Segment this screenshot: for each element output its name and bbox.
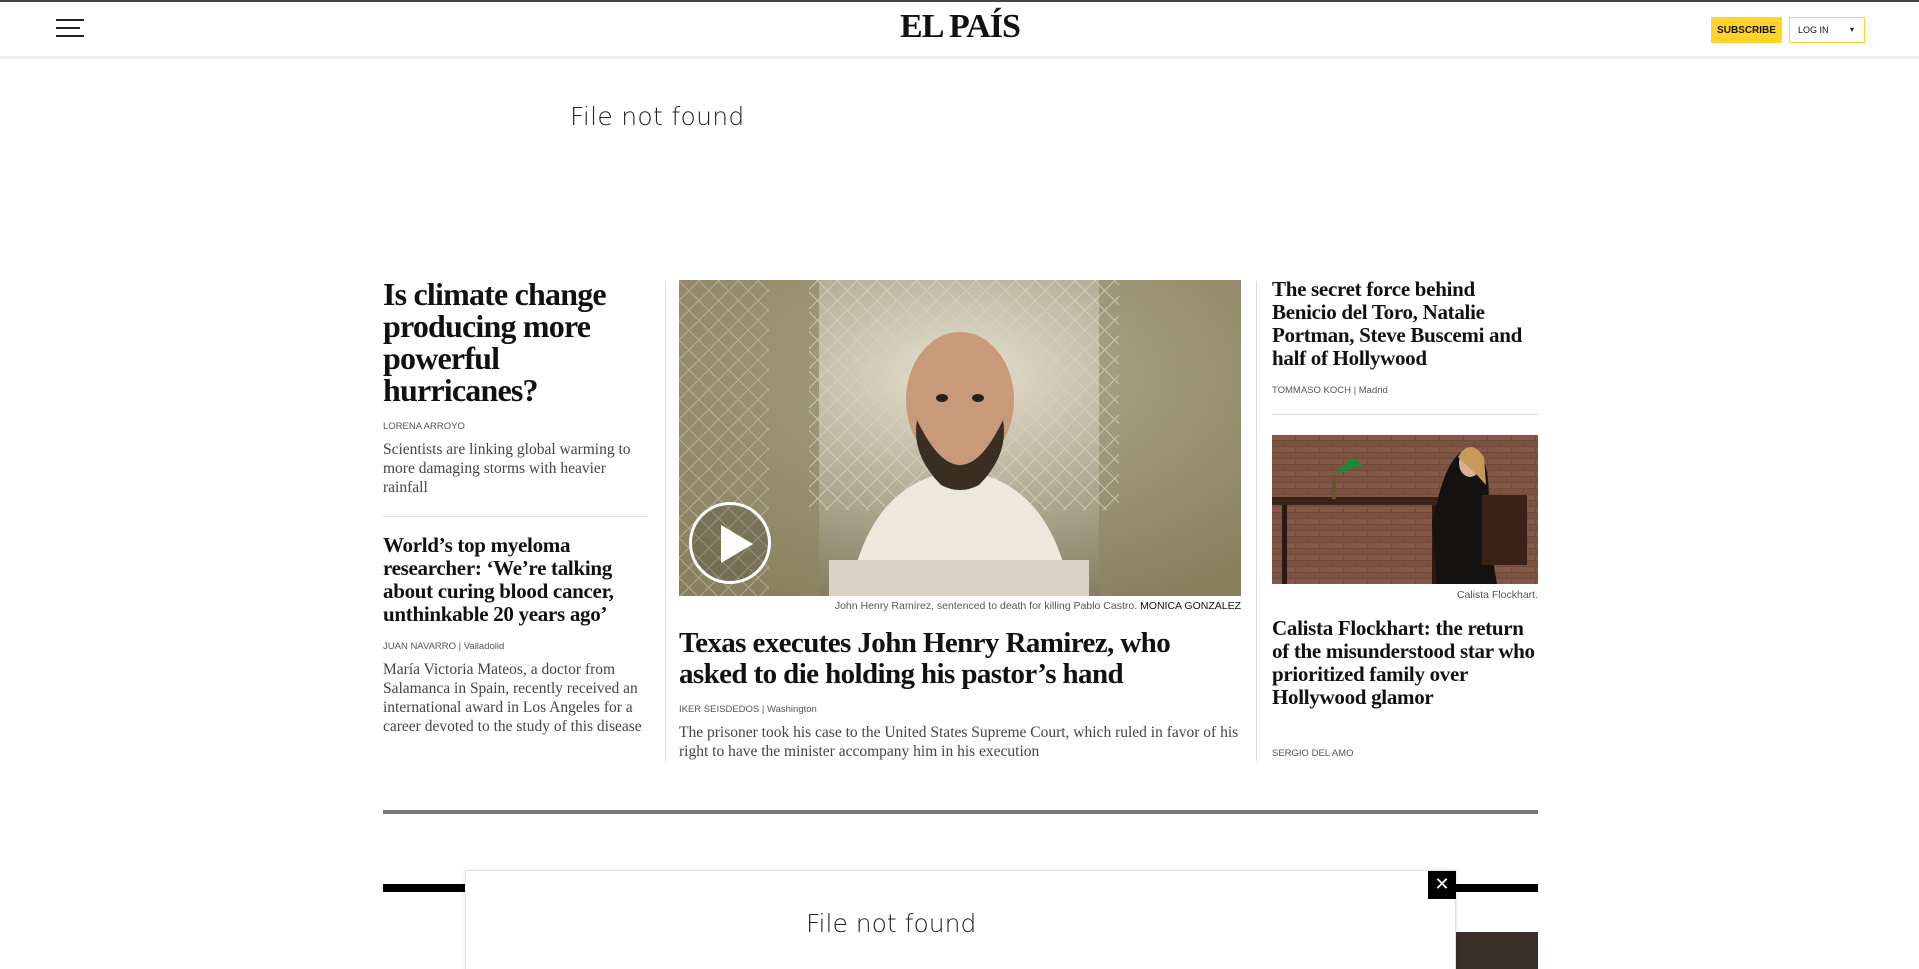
- main-byline: IKER SEISDEDOS | Washington: [679, 704, 817, 715]
- calista-headline[interactable]: Calista Flockhart: the return of the mis…: [1272, 617, 1538, 709]
- play-icon[interactable]: [689, 502, 771, 584]
- login-label: LOG IN: [1798, 25, 1829, 35]
- climate-byline[interactable]: LORENA ARROYO: [383, 421, 465, 432]
- bottom-ad-banner: File not found: [465, 870, 1456, 969]
- main-photo-caption: John Henry Ramírez, sentenced to death f…: [679, 600, 1241, 612]
- main-author[interactable]: IKER SEISDEDOS: [679, 704, 759, 715]
- main-caption-credit: MONICA GONZALEZ: [1140, 600, 1241, 612]
- close-icon[interactable]: ✕: [1428, 871, 1456, 899]
- site-logo[interactable]: EL PAÍS: [880, 8, 1040, 46]
- hollywood-force-headline[interactable]: The secret force behind Benicio del Toro…: [1272, 278, 1538, 370]
- partial-thumbnail[interactable]: [1454, 932, 1538, 969]
- chevron-down-icon: ▾: [1849, 25, 1854, 34]
- bottom-ad-message: File not found: [806, 909, 977, 938]
- section-divider: [383, 810, 1538, 814]
- myeloma-summary: María Victoria Mateos, a doctor from Sal…: [383, 661, 642, 735]
- climate-headline[interactable]: Is climate change producing more powerfu…: [383, 278, 653, 406]
- main-headline[interactable]: Texas executes John Henry Ramirez, who a…: [679, 628, 1239, 690]
- header-shadow: [0, 56, 1919, 59]
- ad-placeholder-message: File not found: [570, 102, 745, 131]
- calista-photo[interactable]: [1272, 435, 1538, 584]
- left-divider: [383, 516, 648, 517]
- column-divider-right: [1256, 281, 1257, 761]
- hamburger-menu-icon[interactable]: [56, 17, 84, 39]
- hollywood-force-author[interactable]: TOMMASO KOCH: [1272, 385, 1351, 396]
- main-location: | Washington: [761, 704, 817, 715]
- hollywood-force-byline: TOMMASO KOCH | Madrid: [1272, 385, 1388, 396]
- myeloma-author[interactable]: JUAN NAVARRO: [383, 641, 456, 652]
- calista-caption: Calista Flockhart.: [1456, 589, 1538, 601]
- myeloma-byline: JUAN NAVARRO | Valladolid: [383, 641, 504, 652]
- main-caption-text: John Henry Ramírez, sentenced to death f…: [834, 600, 1138, 612]
- section-header-rule-right: [1446, 884, 1538, 892]
- login-button[interactable]: LOG IN ▾: [1789, 17, 1865, 43]
- section-header-rule-left: [383, 884, 465, 892]
- main-summary: The prisoner took his case to the United…: [679, 724, 1239, 760]
- hollywood-force-location: | Madrid: [1353, 385, 1388, 396]
- right-divider: [1272, 414, 1538, 415]
- climate-summary: Scientists are linking global warming to…: [383, 441, 631, 496]
- calista-byline[interactable]: SERGIO DEL AMO: [1272, 748, 1353, 759]
- myeloma-location: | Valladolid: [458, 641, 505, 652]
- main-story-video[interactable]: [679, 280, 1241, 596]
- column-divider-left: [665, 281, 666, 761]
- subscribe-button[interactable]: SUBSCRIBE: [1711, 17, 1782, 43]
- calista-photo-art: [1272, 435, 1538, 584]
- myeloma-headline[interactable]: World’s top myeloma researcher: ‘We’re t…: [383, 534, 653, 626]
